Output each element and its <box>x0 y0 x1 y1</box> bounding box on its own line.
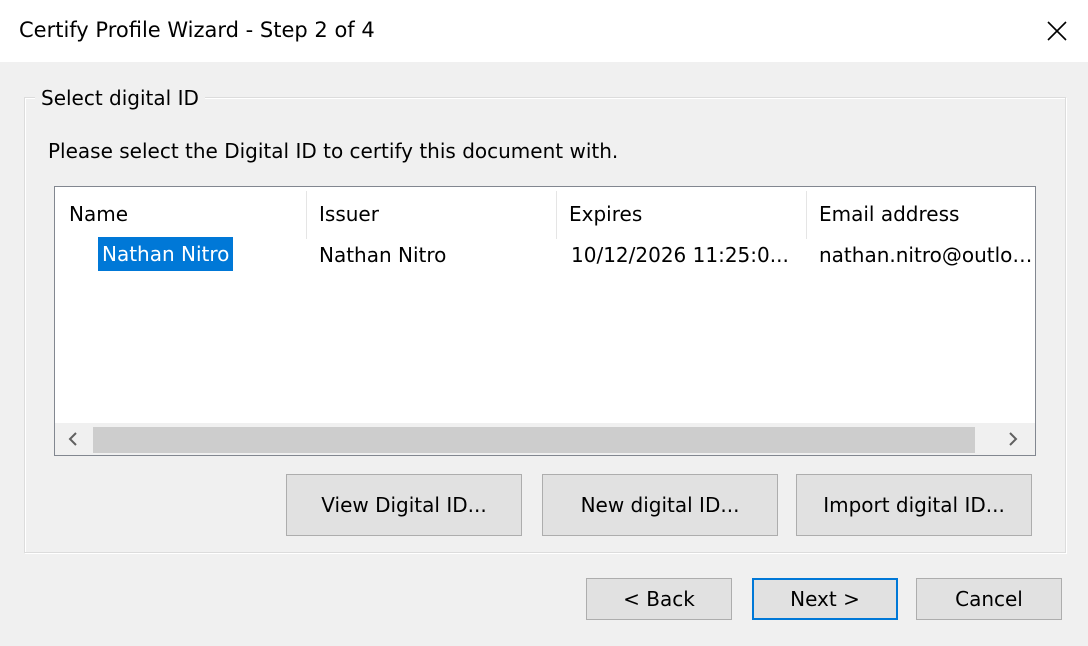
group-legend: Select digital ID <box>35 86 205 110</box>
window-title: Certify Profile Wizard - Step 2 of 4 <box>19 18 375 42</box>
close-icon <box>1047 21 1067 41</box>
instruction-text: Please select the Digital ID to certify … <box>48 139 619 163</box>
column-header-name[interactable]: Name <box>55 187 306 239</box>
column-header-email[interactable]: Email address <box>805 187 1035 239</box>
list-row-selected[interactable]: Nathan Nitro Nathan Nitro 10/12/2026 11:… <box>55 237 1035 275</box>
scroll-left-button[interactable] <box>55 423 91 455</box>
title-bar: Certify Profile Wizard - Step 2 of 4 <box>0 0 1088 62</box>
column-header-expires[interactable]: Expires <box>555 187 806 239</box>
horizontal-scrollbar[interactable] <box>55 423 1035 455</box>
next-button[interactable]: Next > <box>752 578 898 620</box>
import-digital-id-button[interactable]: Import digital ID... <box>796 474 1032 536</box>
view-digital-id-button[interactable]: View Digital ID... <box>286 474 522 536</box>
cancel-button[interactable]: Cancel <box>916 578 1062 620</box>
chevron-left-icon <box>68 432 77 446</box>
back-button[interactable]: < Back <box>586 578 732 620</box>
cell-expires: 10/12/2026 11:25:0... <box>571 243 789 267</box>
close-button[interactable] <box>1026 0 1088 62</box>
cell-issuer: Nathan Nitro <box>319 243 447 267</box>
new-digital-id-button[interactable]: New digital ID... <box>542 474 778 536</box>
chevron-right-icon <box>1009 432 1018 446</box>
list-header: Name Issuer Expires Email address <box>55 187 1035 239</box>
scrollbar-thumb[interactable] <box>93 427 975 453</box>
column-header-issuer[interactable]: Issuer <box>305 187 556 239</box>
scroll-right-button[interactable] <box>995 423 1031 455</box>
cell-name: Nathan Nitro <box>98 237 234 271</box>
digital-id-list[interactable]: Name Issuer Expires Email address Nathan… <box>54 186 1036 456</box>
cell-email: nathan.nitro@outloo... <box>819 243 1033 267</box>
